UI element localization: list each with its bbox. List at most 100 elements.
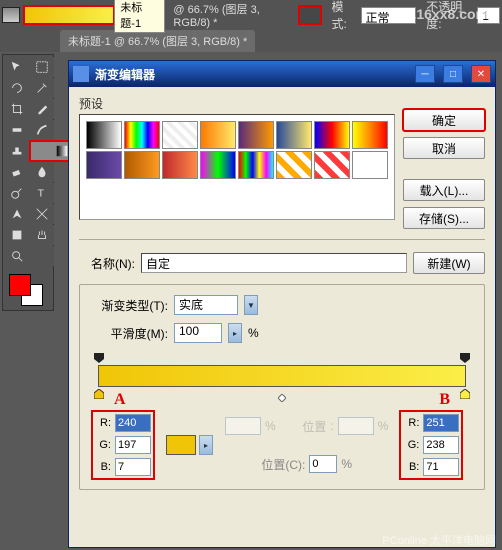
position-label: 位置(C): bbox=[261, 456, 305, 473]
rgb-group-a: R: G: B: bbox=[92, 411, 154, 479]
annotation-b: B bbox=[439, 391, 450, 409]
document-tab[interactable]: 未标题-1 @ 66.7% (图层 3, RGB/8) * bbox=[60, 30, 255, 52]
name-input[interactable] bbox=[141, 253, 407, 273]
gradient-editor-dialog: 渐变编辑器 ─ □ ✕ 预设 确定 取消 载入(L)... 存储(S)... 名… bbox=[68, 60, 496, 548]
color-chip-a[interactable] bbox=[166, 435, 196, 455]
maximize-button[interactable]: □ bbox=[443, 65, 463, 83]
color-stop-b[interactable] bbox=[460, 389, 470, 399]
r-label: R: bbox=[95, 417, 111, 429]
b-input-a[interactable] bbox=[115, 458, 151, 476]
type-label: 渐变类型(T): bbox=[88, 297, 168, 314]
preset-swatch[interactable] bbox=[238, 151, 274, 179]
fg-swatch-top[interactable] bbox=[2, 7, 20, 23]
preset-swatch[interactable] bbox=[314, 151, 350, 179]
g-label: G: bbox=[403, 439, 419, 451]
cancel-button[interactable]: 取消 bbox=[403, 137, 485, 159]
preset-swatch[interactable] bbox=[162, 121, 198, 149]
g-input-b[interactable] bbox=[423, 436, 459, 454]
tooltip: 未标题-1 bbox=[114, 0, 165, 33]
type-tool[interactable]: T bbox=[30, 183, 54, 203]
preset-swatch[interactable] bbox=[314, 121, 350, 149]
close-button[interactable]: ✕ bbox=[471, 65, 491, 83]
svg-text:T: T bbox=[38, 188, 45, 200]
chevron-down-icon[interactable]: ▼ bbox=[244, 295, 258, 315]
gradient-type-icons[interactable] bbox=[299, 6, 321, 24]
crop-tool[interactable] bbox=[5, 99, 29, 119]
smooth-unit: % bbox=[248, 326, 259, 340]
preset-swatch[interactable] bbox=[162, 151, 198, 179]
dodge-tool[interactable] bbox=[5, 183, 29, 203]
new-button[interactable]: 新建(W) bbox=[413, 252, 485, 274]
path-tool[interactable] bbox=[30, 204, 54, 224]
preset-swatch[interactable] bbox=[276, 151, 312, 179]
brush-tool[interactable] bbox=[30, 120, 54, 140]
preset-swatch[interactable] bbox=[86, 151, 122, 179]
b-input-b[interactable] bbox=[423, 458, 459, 476]
rgb-ghost: % 位置:% bbox=[225, 417, 388, 435]
preset-swatch[interactable] bbox=[352, 151, 388, 179]
preset-swatch[interactable] bbox=[124, 151, 160, 179]
doc-title-frag: @ 66.7% (图层 3, RGB/8) * bbox=[173, 1, 295, 29]
preset-swatch[interactable] bbox=[124, 121, 160, 149]
stamp-tool[interactable] bbox=[5, 141, 29, 161]
b-label: B: bbox=[403, 461, 419, 473]
minimize-button[interactable]: ─ bbox=[415, 65, 435, 83]
save-button[interactable]: 存储(S)... bbox=[403, 207, 485, 229]
toolbox: T bbox=[2, 54, 54, 311]
zoom-tool[interactable] bbox=[5, 246, 29, 266]
preset-swatch[interactable] bbox=[200, 151, 236, 179]
r-input-a[interactable] bbox=[115, 414, 151, 432]
chevron-down-icon[interactable]: ▸ bbox=[228, 323, 242, 343]
lasso-tool[interactable] bbox=[5, 78, 29, 98]
ok-button[interactable]: 确定 bbox=[403, 109, 485, 131]
g-input-a[interactable] bbox=[115, 436, 151, 454]
gradient-preview[interactable] bbox=[24, 6, 114, 24]
marquee-tool[interactable] bbox=[30, 57, 54, 77]
preset-box bbox=[79, 114, 395, 220]
smooth-input[interactable]: 100 bbox=[174, 323, 222, 343]
titlebar[interactable]: 渐变编辑器 ─ □ ✕ bbox=[69, 61, 495, 87]
rgb-group-b: R: G: B: bbox=[400, 411, 462, 479]
position-input[interactable] bbox=[309, 455, 337, 473]
magic-wand-tool[interactable] bbox=[30, 78, 54, 98]
preset-swatch[interactable] bbox=[352, 121, 388, 149]
annotation-a: A bbox=[114, 391, 126, 409]
color-stop-a[interactable] bbox=[94, 389, 104, 399]
g-label: G: bbox=[95, 439, 111, 451]
r-label: R: bbox=[403, 417, 419, 429]
opacity-stop-left[interactable] bbox=[94, 353, 104, 363]
app-icon bbox=[73, 66, 89, 82]
preset-swatch[interactable] bbox=[86, 121, 122, 149]
notes-tool[interactable] bbox=[30, 246, 54, 266]
eraser-tool[interactable] bbox=[5, 162, 29, 182]
name-label: 名称(N): bbox=[79, 255, 135, 272]
hand-tool[interactable] bbox=[30, 225, 54, 245]
watermark-top: bbs.16xx8.com bbox=[388, 6, 488, 22]
pen-tool[interactable] bbox=[5, 204, 29, 224]
blur-tool[interactable] bbox=[30, 162, 54, 182]
type-select[interactable]: 实底 bbox=[174, 295, 238, 315]
healing-tool[interactable] bbox=[5, 120, 29, 140]
b-label: B: bbox=[95, 461, 111, 473]
opacity-stop-right[interactable] bbox=[460, 353, 470, 363]
smooth-label: 平滑度(M): bbox=[88, 325, 168, 342]
gradient-settings: 渐变类型(T): 实底 ▼ 平滑度(M): 100 ▸ % A B R: G: … bbox=[79, 284, 485, 490]
gradient-bar[interactable]: A B bbox=[92, 351, 472, 407]
gradient-strip[interactable] bbox=[98, 365, 466, 387]
position-unit: % bbox=[341, 457, 352, 471]
midpoint-diamond[interactable] bbox=[278, 391, 286, 399]
r-input-b[interactable] bbox=[423, 414, 459, 432]
preset-swatch[interactable] bbox=[200, 121, 236, 149]
chevron-right-icon[interactable]: ▸ bbox=[199, 435, 213, 455]
watermark-bottom: PConline 太平洋电脑网 bbox=[382, 532, 496, 548]
preset-swatch[interactable] bbox=[276, 121, 312, 149]
shape-tool[interactable] bbox=[5, 225, 29, 245]
mode-label: 模式: bbox=[331, 0, 356, 32]
eyedropper-tool[interactable] bbox=[30, 99, 54, 119]
preset-label: 预设 bbox=[79, 95, 395, 112]
color-swatches bbox=[5, 272, 51, 308]
preset-swatch[interactable] bbox=[238, 121, 274, 149]
foreground-color[interactable] bbox=[9, 274, 31, 296]
move-tool[interactable] bbox=[5, 57, 29, 77]
load-button[interactable]: 载入(L)... bbox=[403, 179, 485, 201]
